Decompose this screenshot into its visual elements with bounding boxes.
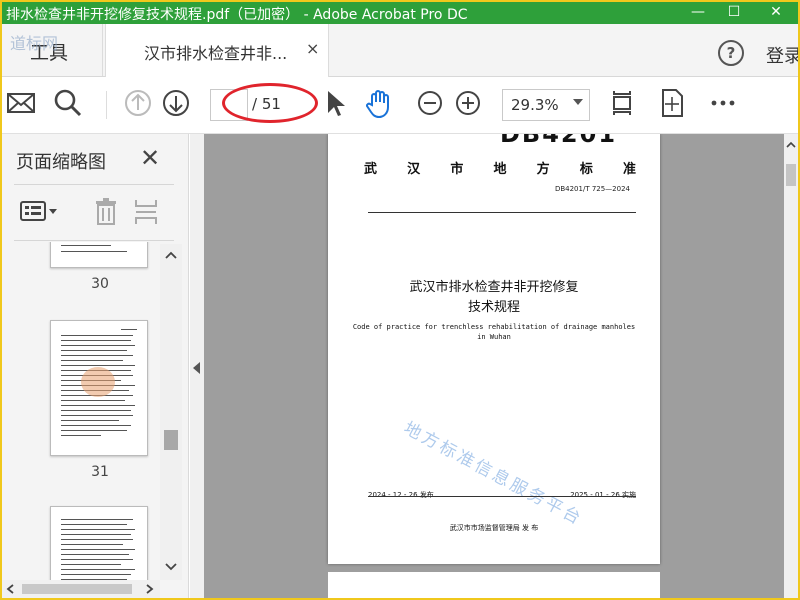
document-title-line1: 武汉市排水检查井非开挖修复 (409, 280, 579, 295)
footer-rule (368, 496, 636, 497)
thumbnail-scrollbar[interactable] (160, 244, 182, 580)
document-scrollbar-thumb[interactable] (786, 164, 796, 186)
pdf-page: DB4201 武 汉 市 地 方 标 准 DB4201/T 725—2024 武… (328, 134, 660, 564)
page-watermark: 地方标准信息服务平台 (400, 418, 587, 530)
standard-number: DB4201/T 725—2024 (554, 185, 630, 193)
english-title-line1: Code of practice for trenchless rehabili… (352, 323, 636, 331)
thumbnail-seal (81, 367, 115, 397)
close-panel-icon[interactable]: ✕ (140, 144, 160, 172)
zoom-select[interactable]: 29.3% (502, 89, 590, 121)
zoom-value: 29.3% (511, 96, 559, 114)
login-link[interactable]: 登录 (766, 42, 798, 68)
panel-title: 页面缩略图 (16, 152, 106, 173)
toolbar-divider (106, 91, 107, 119)
select-cursor-icon[interactable] (318, 85, 354, 121)
document-view[interactable]: DB4201 武 汉 市 地 方 标 准 DB4201/T 725—2024 武… (204, 134, 784, 598)
full-screen-icon[interactable] (654, 85, 690, 121)
document-scrollbar[interactable] (784, 134, 798, 598)
search-icon[interactable] (50, 85, 86, 121)
collapse-arrow-icon (193, 362, 200, 374)
close-tab-icon[interactable]: × (306, 39, 319, 58)
maximize-button[interactable]: ☐ (714, 2, 754, 24)
zoom-out-icon[interactable] (412, 85, 448, 121)
delete-icon[interactable] (90, 196, 122, 228)
annotation-oval (222, 83, 318, 123)
thumbnail-list: 30 31 (2, 242, 160, 580)
previous-page-icon[interactable] (120, 85, 156, 121)
implementation-date: 2025 - 01 - 26 实施 (570, 491, 636, 499)
english-title-line2: in Wuhan (477, 333, 511, 341)
tab-document-label: 汉市排水检查井非... (144, 44, 288, 63)
hscroll-thumb[interactable] (22, 584, 132, 594)
tab-row: 工具 道标网 汉市排水检查井非... × ? 登录 (2, 24, 798, 77)
hand-tool-icon[interactable] (362, 85, 398, 121)
panel-divider (14, 240, 174, 241)
chevron-right-icon[interactable] (144, 584, 154, 594)
more-options-icon[interactable] (706, 85, 742, 121)
chevron-down-icon[interactable] (165, 562, 177, 572)
chevron-left-icon[interactable] (6, 584, 16, 594)
panel-divider (14, 184, 174, 185)
close-window-button[interactable]: ✕ (756, 2, 796, 24)
site-watermark: 道标网 (10, 34, 59, 53)
chevron-down-icon (573, 99, 583, 105)
standard-category: 武 汉 市 地 方 标 准 (364, 162, 636, 177)
chevron-up-icon[interactable] (786, 140, 796, 150)
collapse-panel-handle[interactable] (190, 134, 204, 598)
thumbnail-options-icon[interactable] (18, 196, 60, 228)
standard-code: DB4201 (500, 134, 618, 148)
next-page-icon[interactable] (158, 85, 194, 121)
zoom-in-icon[interactable] (450, 85, 486, 121)
thumbnail-label: 30 (91, 276, 109, 292)
app-window: 排水检查井非开挖修复技术规程.pdf（已加密） - Adobe Acrobat … (2, 2, 798, 598)
title-bar: 排水检查井非开挖修复技术规程.pdf（已加密） - Adobe Acrobat … (2, 2, 798, 24)
help-icon[interactable]: ? (718, 40, 744, 66)
main-toolbar: / 51 29.3% (2, 77, 798, 134)
fit-page-icon[interactable] (604, 85, 640, 121)
thumbnail-panel: 页面缩略图 ✕ 30 31 (2, 134, 189, 598)
window-title: 排水检查井非开挖修复技术规程.pdf（已加密） - Adobe Acrobat … (6, 7, 468, 23)
document-title-line2: 技术规程 (467, 300, 520, 315)
header-rule (368, 212, 636, 213)
minimize-button[interactable]: — (678, 2, 718, 24)
email-icon[interactable] (4, 85, 40, 121)
pdf-next-page (328, 572, 660, 598)
tab-document[interactable]: 汉市排水检查井非... × (105, 24, 329, 77)
publisher: 武汉市市场监督管理局 发 布 (449, 524, 539, 532)
extract-pages-icon[interactable] (130, 196, 162, 228)
thumbnail-label: 31 (91, 464, 109, 480)
thumbnail-page[interactable] (50, 242, 148, 268)
thumbnail-page[interactable] (50, 506, 148, 580)
chevron-up-icon[interactable] (165, 250, 177, 260)
issue-date: 2024 - 12 - 26 发布 (368, 491, 434, 499)
thumbnail-page[interactable] (50, 320, 148, 456)
scrollbar-thumb[interactable] (164, 430, 178, 450)
thumbnail-hscrollbar[interactable] (2, 580, 160, 598)
